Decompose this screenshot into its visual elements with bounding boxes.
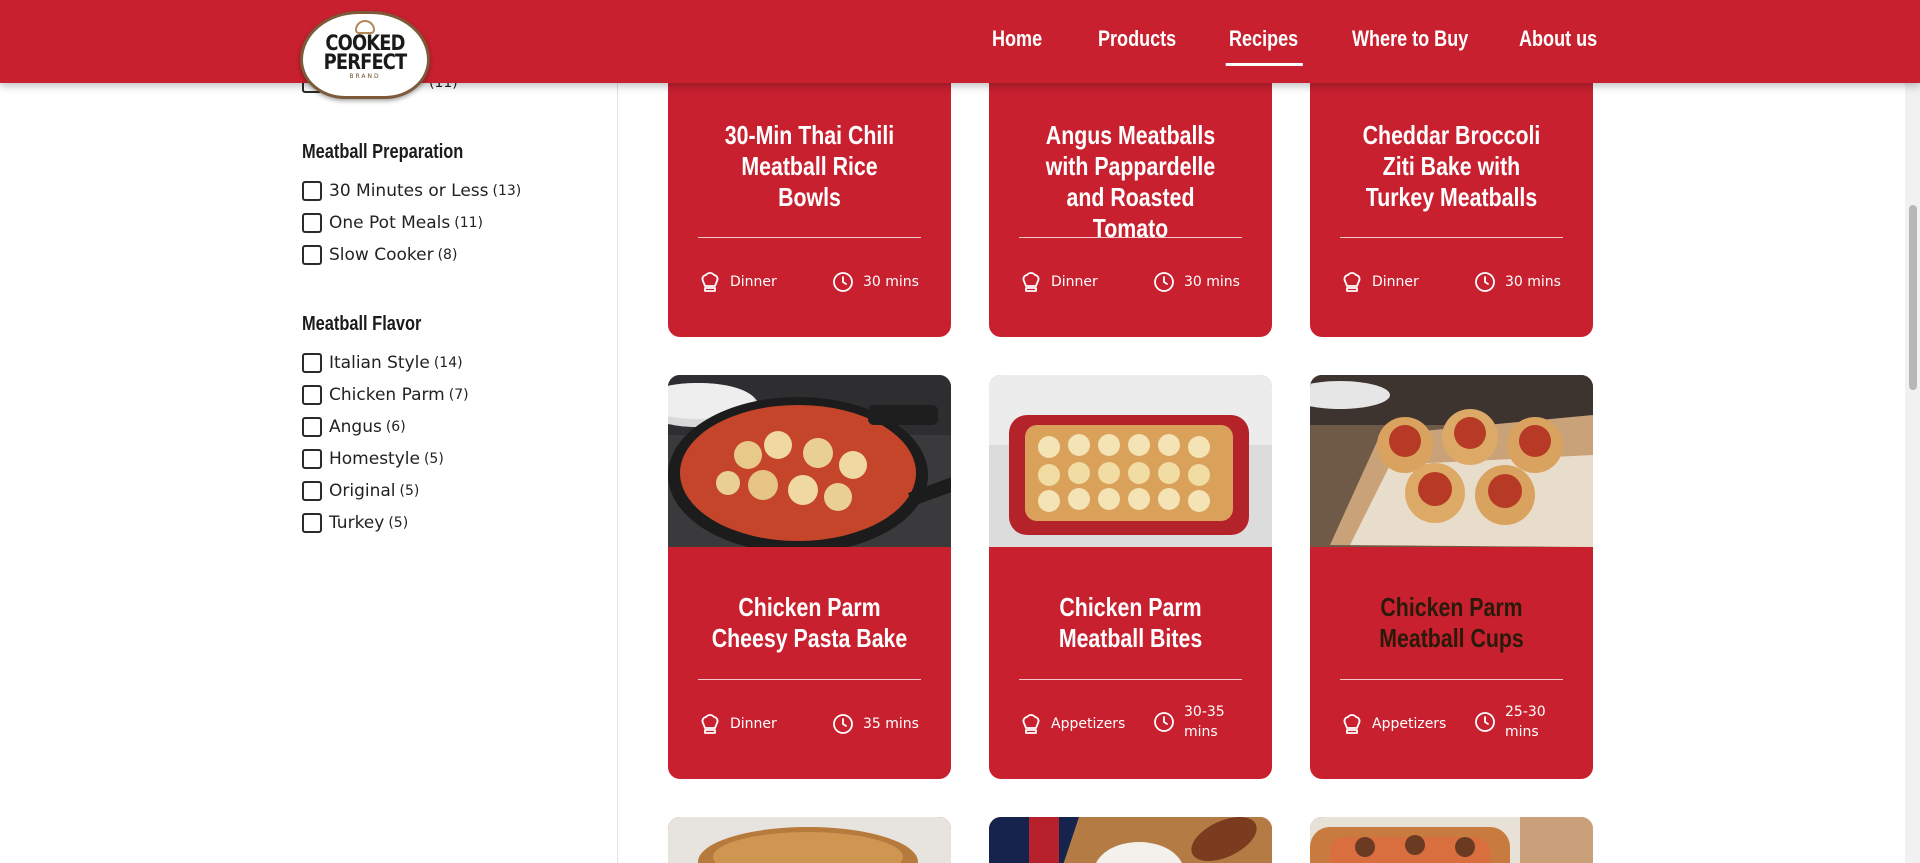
- chef-hat-icon: [701, 272, 719, 292]
- card-divider: [1340, 679, 1563, 680]
- filter-group-title-preparation: Meatball Preparation: [302, 141, 464, 163]
- recipe-image-casserole[interactable]: [989, 375, 1272, 547]
- recipe-time: 30 mins: [831, 270, 919, 294]
- clock-icon: [1475, 712, 1495, 732]
- filter-label: Original: [329, 481, 396, 501]
- logo-word-2: PERFECT: [323, 50, 408, 74]
- recipe-title[interactable]: Angus Meatballs with Pappardelle and Roa…: [1009, 120, 1252, 244]
- nav-where-to-buy[interactable]: Where to Buy: [1352, 24, 1468, 64]
- filter-count: (5): [399, 483, 420, 499]
- filter-option-italian-style[interactable]: Italian Style (14): [302, 350, 463, 376]
- recipe-image-cups[interactable]: [1310, 375, 1593, 547]
- recipe-image-sub[interactable]: [1310, 817, 1593, 863]
- clock-icon: [833, 272, 853, 292]
- filter-checkbox[interactable]: [302, 513, 322, 533]
- recipe-category: Dinner: [1340, 270, 1419, 294]
- nav-products[interactable]: Products: [1098, 24, 1176, 64]
- filter-count: (7): [448, 387, 469, 403]
- recipe-title[interactable]: Cheddar Broccoli Ziti Bake with Turkey M…: [1330, 120, 1573, 213]
- clock-icon: [1154, 272, 1174, 292]
- filter-count: (8): [437, 247, 458, 263]
- recipe-time: 35 mins: [831, 712, 919, 736]
- recipe-time: 30 mins: [1152, 270, 1240, 294]
- recipe-category: Dinner: [698, 712, 777, 736]
- main-nav: Home Products Recipes Where to Buy About…: [0, 0, 1920, 83]
- recipe-image-sandwich[interactable]: [668, 817, 951, 863]
- filter-option-one-pot[interactable]: One Pot Meals (11): [302, 210, 483, 236]
- filter-count: (5): [423, 451, 444, 467]
- card-divider: [1340, 237, 1563, 238]
- filter-count: (13): [492, 183, 522, 199]
- recipe-image-skillet[interactable]: [668, 375, 951, 547]
- filter-option-chicken-parm[interactable]: Chicken Parm (7): [302, 382, 469, 408]
- recipe-category: Dinner: [698, 270, 777, 294]
- scrollbar-thumb[interactable]: [1909, 205, 1917, 390]
- nav-home[interactable]: Home: [992, 24, 1042, 64]
- filter-label: Chicken Parm: [329, 385, 445, 405]
- filter-label: Homestyle: [329, 449, 420, 469]
- recipe-category: Appetizers: [1019, 712, 1125, 736]
- recipe-title[interactable]: Chicken Parm Meatball Cups: [1330, 592, 1573, 654]
- card-divider: [1019, 237, 1242, 238]
- clock-icon: [833, 714, 853, 734]
- logo-word-3: BRAND: [349, 73, 381, 80]
- filter-label: Slow Cooker: [329, 245, 434, 265]
- nav-about-us[interactable]: About us: [1519, 24, 1597, 64]
- recipe-title[interactable]: Chicken Parm Cheesy Pasta Bake: [688, 592, 931, 654]
- recipe-category: Dinner: [1019, 270, 1098, 294]
- filter-option-slow-cooker[interactable]: Slow Cooker (8): [302, 242, 457, 268]
- recipe-card[interactable]: [1310, 817, 1593, 863]
- filter-group-title-flavor: Meatball Flavor: [302, 313, 422, 335]
- recipe-card[interactable]: Chicken Parm Meatball Bites Appetizers 3…: [989, 375, 1272, 779]
- filter-label: Turkey: [329, 513, 385, 533]
- filter-count: (5): [388, 515, 409, 531]
- filter-checkbox[interactable]: [302, 481, 322, 501]
- filter-checkbox[interactable]: [302, 213, 322, 233]
- filter-checkbox[interactable]: [302, 385, 322, 405]
- filter-checkbox[interactable]: [302, 449, 322, 469]
- filter-label: 30 Minutes or Less: [329, 181, 489, 201]
- chef-hat-icon: [701, 714, 719, 734]
- chef-hat-icon: [1022, 272, 1040, 292]
- card-divider: [698, 679, 921, 680]
- card-divider: [698, 237, 921, 238]
- filter-count: (14): [433, 355, 463, 371]
- chef-hat-icon: [1343, 714, 1361, 734]
- clock-icon: [1154, 712, 1174, 732]
- recipe-time: 30 mins: [1473, 270, 1561, 294]
- recipe-card[interactable]: Chicken Parm Cheesy Pasta Bake Dinner 35…: [668, 375, 951, 779]
- recipe-image-football[interactable]: [989, 817, 1272, 863]
- nav-recipes[interactable]: Recipes: [1225, 24, 1304, 66]
- recipe-time: 25-30 mins: [1473, 702, 1555, 742]
- filter-option-angus[interactable]: Angus (6): [302, 414, 406, 440]
- filter-option-original[interactable]: Original (5): [302, 478, 419, 504]
- site-header: Home Products Recipes Where to Buy About…: [0, 0, 1920, 83]
- sidebar-divider: [617, 0, 618, 863]
- chef-hat-icon: [1343, 272, 1361, 292]
- filter-label: One Pot Meals: [329, 213, 451, 233]
- recipe-title[interactable]: Chicken Parm Meatball Bites: [1009, 592, 1252, 654]
- recipe-time: 30-35 mins: [1152, 702, 1234, 742]
- recipe-card[interactable]: [989, 817, 1272, 863]
- card-divider: [1019, 679, 1242, 680]
- clock-icon: [1475, 272, 1495, 292]
- filter-option-30-minutes[interactable]: 30 Minutes or Less (13): [302, 178, 521, 204]
- filter-count: (11): [454, 215, 484, 231]
- recipe-category: Appetizers: [1340, 712, 1446, 736]
- recipe-card[interactable]: Chicken Parm Meatball Cups Appetizers 25…: [1310, 375, 1593, 779]
- filter-checkbox[interactable]: [302, 353, 322, 373]
- filter-checkbox[interactable]: [302, 417, 322, 437]
- filter-label: Italian Style: [329, 353, 430, 373]
- chef-hat-icon: [1022, 714, 1040, 734]
- recipe-title[interactable]: 30-Min Thai Chili Meatball Rice Bowls: [688, 120, 931, 213]
- filter-count: (6): [385, 419, 406, 435]
- brand-logo[interactable]: COOKED PERFECT BRAND: [300, 11, 430, 99]
- filter-checkbox[interactable]: [302, 245, 322, 265]
- filter-option-turkey[interactable]: Turkey (5): [302, 510, 408, 536]
- filter-checkbox[interactable]: [302, 181, 322, 201]
- page-scrollbar[interactable]: [1905, 0, 1920, 863]
- filter-label: Angus: [329, 417, 382, 437]
- filter-option-homestyle[interactable]: Homestyle (5): [302, 446, 444, 472]
- recipe-card[interactable]: [668, 817, 951, 863]
